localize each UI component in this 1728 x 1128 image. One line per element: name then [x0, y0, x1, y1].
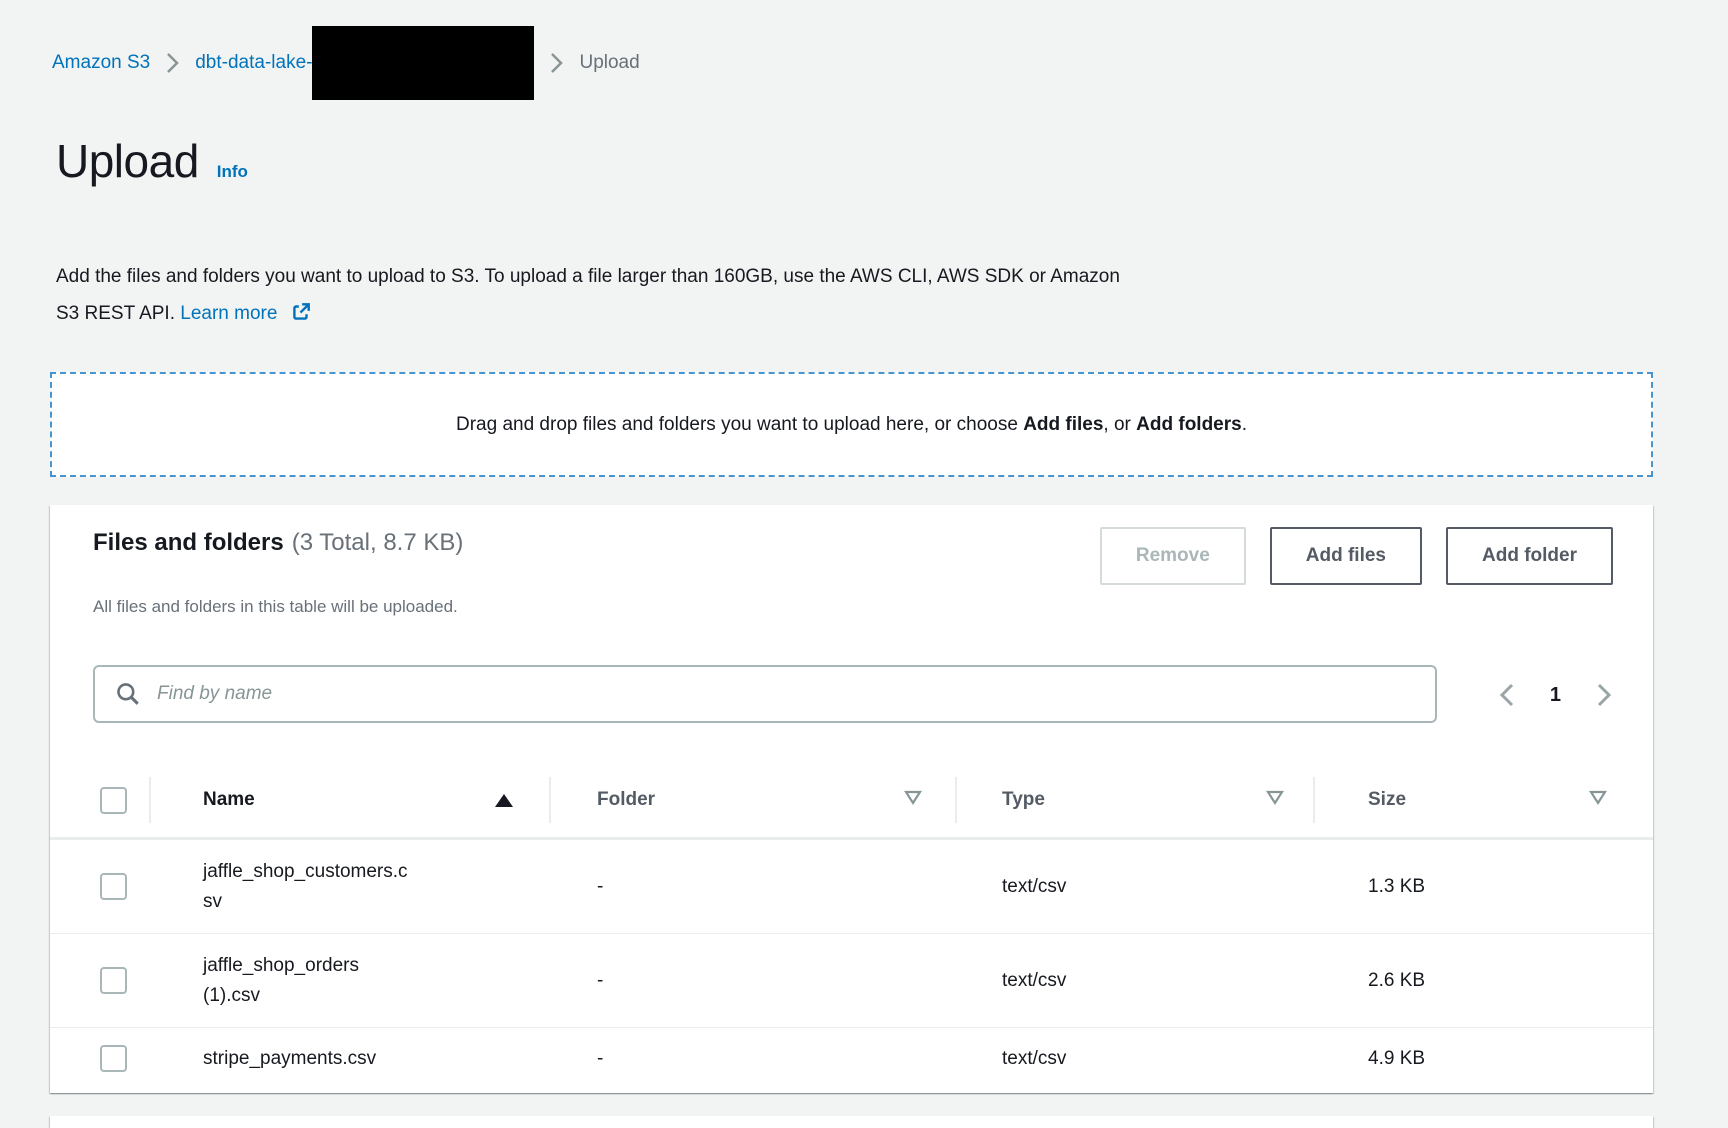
search-icon — [115, 681, 141, 712]
remove-button[interactable]: Remove — [1100, 527, 1246, 585]
panel-title: Files and folders (3 Total, 8.7 KB) — [93, 529, 463, 557]
intro-line2: S3 REST API. — [56, 303, 175, 324]
panel-description: All files and folders in this table will… — [93, 597, 458, 617]
add-files-mention: Add files — [1023, 414, 1103, 435]
column-header-name[interactable]: Name — [149, 763, 549, 837]
file-type: text/csv — [955, 1028, 1313, 1089]
info-link[interactable]: Info — [217, 162, 248, 182]
panel-title-text: Files and folders — [93, 529, 284, 556]
breadcrumb-upload: Upload — [579, 52, 639, 74]
row-checkbox[interactable] — [100, 967, 127, 994]
page-number[interactable]: 1 — [1550, 684, 1561, 707]
learn-more-link[interactable]: Learn more — [180, 303, 277, 324]
files-and-folders-panel: Files and folders (3 Total, 8.7 KB) All f… — [50, 505, 1653, 1093]
add-folders-mention: Add folders — [1136, 414, 1242, 435]
external-link-icon[interactable] — [290, 307, 312, 328]
table-row: jaffle_shop_orders (1).csv - text/csv 2.… — [50, 933, 1653, 1027]
add-files-button[interactable]: Add files — [1270, 527, 1422, 585]
chevron-right-icon[interactable] — [1595, 682, 1613, 708]
column-divider — [955, 777, 957, 823]
search-input[interactable] — [93, 665, 1437, 723]
select-all-checkbox[interactable] — [100, 787, 127, 814]
file-name: jaffle_shop_orders (1).csv — [203, 951, 413, 1011]
drag-drop-text: Drag and drop files and folders you want… — [456, 414, 1247, 436]
breadcrumb-amazon-s3[interactable]: Amazon S3 — [52, 52, 150, 74]
chevron-right-icon — [550, 52, 563, 74]
files-table: Name Folder Type Size — [50, 763, 1653, 1089]
intro-line1: Add the files and folders you want to up… — [56, 266, 1120, 287]
file-folder: - — [549, 934, 955, 1027]
file-type: text/csv — [955, 934, 1313, 1027]
file-folder: - — [549, 1028, 955, 1089]
panel-actions: Remove Add files Add folder — [1100, 527, 1613, 585]
pagination: 1 — [1498, 675, 1613, 715]
file-size: 2.6 KB — [1313, 934, 1653, 1027]
chevron-left-icon[interactable] — [1498, 682, 1516, 708]
page-header: Upload Info — [56, 134, 248, 188]
file-name: jaffle_shop_customers.csv — [203, 857, 413, 917]
breadcrumb-bucket[interactable]: dbt-data-lake- — [195, 52, 312, 74]
file-folder: - — [549, 840, 955, 933]
next-panel-edge — [50, 1116, 1653, 1128]
filter-icon[interactable] — [903, 789, 923, 812]
table-header-row: Name Folder Type Size — [50, 763, 1653, 839]
drag-drop-zone[interactable]: Drag and drop files and folders you want… — [50, 372, 1653, 477]
table-row: stripe_payments.csv - text/csv 4.9 KB — [50, 1027, 1653, 1089]
column-header-folder[interactable]: Folder — [549, 763, 955, 837]
column-divider — [149, 777, 151, 823]
filter-icon[interactable] — [1588, 789, 1608, 812]
row-checkbox[interactable] — [100, 873, 127, 900]
file-name: stripe_payments.csv — [203, 1044, 413, 1074]
file-size: 4.9 KB — [1313, 1028, 1653, 1089]
panel-title-count: (3 Total, 8.7 KB) — [292, 529, 464, 556]
column-header-type[interactable]: Type — [955, 763, 1313, 837]
column-divider — [549, 777, 551, 823]
file-size: 1.3 KB — [1313, 840, 1653, 933]
intro-text: Add the files and folders you want to up… — [56, 258, 1120, 336]
select-all-cell — [50, 763, 149, 837]
page-title: Upload — [56, 134, 199, 188]
filter-icon[interactable] — [1265, 789, 1285, 812]
add-folder-button[interactable]: Add folder — [1446, 527, 1613, 585]
file-type: text/csv — [955, 840, 1313, 933]
search-bar — [93, 665, 1437, 723]
sort-ascending-icon[interactable] — [495, 794, 513, 807]
column-divider — [1313, 777, 1315, 823]
redaction-box — [312, 26, 534, 100]
chevron-right-icon — [166, 52, 179, 74]
breadcrumb: Amazon S3 dbt-data-lake- Upload — [52, 30, 640, 96]
column-header-size[interactable]: Size — [1313, 763, 1653, 837]
table-row: jaffle_shop_customers.csv - text/csv 1.3… — [50, 839, 1653, 933]
row-checkbox[interactable] — [100, 1045, 127, 1072]
